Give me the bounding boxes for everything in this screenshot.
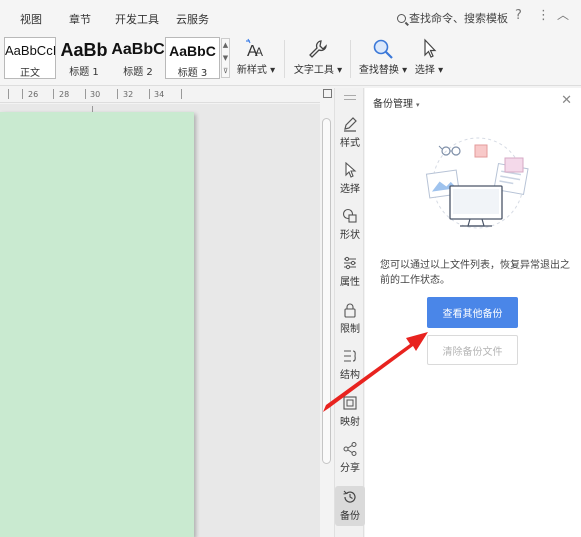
tool-shape[interactable]: 形状: [335, 208, 365, 241]
tool-properties[interactable]: 属性: [335, 255, 365, 288]
tool-backup[interactable]: 备份: [335, 486, 365, 526]
ruler-tick-label: 32: [123, 90, 134, 99]
tool-shape-label: 形状: [340, 230, 360, 241]
ruler-mark: [8, 89, 9, 99]
select-label: 选择: [414, 65, 435, 76]
tool-map[interactable]: 映射: [335, 395, 365, 428]
menu-section[interactable]: 章节: [69, 11, 91, 27]
tool-share-label: 分享: [340, 463, 360, 474]
clear-backup-files-button[interactable]: 清除备份文件: [427, 335, 518, 365]
find-replace-button[interactable]: 查找替换 ▾: [356, 37, 410, 76]
chevron-up-icon[interactable]: ︿: [557, 6, 569, 23]
style-gallery-scroll[interactable]: ▲ ▼ ⊽: [221, 38, 230, 78]
tool-share[interactable]: 分享: [335, 441, 365, 474]
style-heading-2-preview: AaBbC: [111, 41, 165, 58]
new-style-icon: A A: [246, 38, 263, 60]
tool-map-label: 映射: [340, 417, 360, 428]
question-icon[interactable]: ?: [515, 8, 522, 23]
ruler-tick-label: 34: [154, 90, 165, 99]
map-icon: [343, 396, 357, 410]
ribbon-separator: [284, 40, 285, 78]
menu-bar: 视图 章节 开发工具 云服务 查找命令、搜索模板 ? ⋮ ︿: [0, 0, 581, 34]
cursor-icon: [345, 162, 357, 178]
menu-cloud[interactable]: 云服务: [176, 11, 209, 27]
pen-icon: [344, 117, 357, 132]
tool-structure-label: 结构: [340, 370, 360, 381]
tool-style[interactable]: 样式: [335, 116, 365, 149]
ruler-mark: [149, 89, 150, 99]
history-icon: [343, 490, 356, 503]
ruler-tick-label: 30: [90, 90, 101, 99]
style-heading-3-preview: AaBbC: [169, 43, 216, 59]
horizontal-ruler[interactable]: 26 28 30 32 34: [0, 87, 320, 103]
new-style-label: 新样式: [236, 65, 267, 76]
share-icon: [343, 442, 357, 456]
style-heading-2-label: 标题 2: [123, 67, 153, 78]
tool-select-label: 选择: [340, 184, 360, 195]
backup-panel-title[interactable]: 备份管理 ▾: [373, 95, 420, 110]
style-heading-3[interactable]: AaBbC 标题 3: [165, 37, 220, 79]
wps-writer-window: 视图 章节 开发工具 云服务 查找命令、搜索模板 ? ⋮ ︿ AaBbCcI 正…: [0, 0, 581, 537]
tool-structure[interactable]: 结构: [335, 348, 365, 381]
text-tool-button[interactable]: 文字工具 ▾: [291, 37, 345, 76]
magnifier-icon: [373, 39, 393, 59]
ribbon-separator: [350, 40, 351, 78]
new-style-button[interactable]: A A 新样式 ▾: [236, 37, 276, 76]
command-search-text: 查找命令、搜索模板: [409, 12, 508, 25]
select-button[interactable]: 选择 ▾: [412, 37, 446, 76]
style-normal[interactable]: AaBbCcI 正文: [4, 37, 56, 79]
backup-panel: 备份管理 ▾ ✕ 您可以通过以上文件列表，恢复异常退出之前的工作状态。 查看其他备…: [365, 88, 581, 537]
tool-style-label: 样式: [340, 138, 360, 149]
grip-icon: [344, 95, 356, 100]
search-icon: [397, 14, 406, 23]
chevron-down-icon: ▾: [416, 101, 420, 109]
tool-restrict-label: 限制: [340, 324, 360, 335]
style-heading-2[interactable]: AaBbC 标题 2: [111, 37, 165, 79]
vertical-scrollbar[interactable]: [322, 118, 331, 464]
backup-panel-description: 您可以通过以上文件列表，恢复异常退出之前的工作状态。: [380, 260, 570, 286]
document-page[interactable]: [0, 112, 194, 537]
shape-icon: [342, 208, 357, 223]
ruler-mark: [53, 89, 54, 99]
ruler-tick-label: 28: [59, 90, 70, 99]
text-tool-label: 文字工具: [293, 65, 334, 76]
ruler-mark: [117, 89, 118, 99]
lock-icon: [344, 303, 356, 318]
wrench-icon: [309, 40, 327, 58]
backup-illustration: [425, 137, 529, 229]
menu-developer[interactable]: 开发工具: [115, 11, 159, 27]
backup-panel-title-text: 备份管理: [373, 99, 413, 110]
sliders-icon: [344, 256, 356, 270]
style-heading-1-label: 标题 1: [69, 67, 99, 78]
style-normal-preview: AaBbCcI: [5, 43, 55, 58]
ruler-tick-label: 26: [28, 90, 39, 99]
tool-restrict[interactable]: 限制: [335, 302, 365, 335]
ruler-toggle-icon[interactable]: [323, 89, 332, 98]
ruler-mark: [85, 89, 86, 99]
ruler-mark: [181, 89, 182, 99]
style-heading-1-preview: AaBb: [60, 40, 108, 60]
tool-properties-label: 属性: [340, 277, 360, 288]
find-replace-label: 查找替换: [358, 65, 399, 76]
ribbon-toolbar: AaBbCcI 正文 AaBb 标题 1 AaBbC 标题 2 AaBbC 标题…: [0, 34, 581, 86]
view-other-backups-button[interactable]: 查看其他备份: [427, 297, 518, 328]
style-heading-3-label: 标题 3: [177, 68, 208, 79]
more-icon[interactable]: ⋮: [537, 8, 550, 23]
svg-text:A: A: [255, 45, 263, 59]
style-heading-1[interactable]: AaBb 标题 1: [57, 37, 111, 79]
tool-select[interactable]: 选择: [335, 162, 365, 195]
close-icon[interactable]: ✕: [561, 93, 572, 108]
cursor-icon: [424, 38, 437, 58]
structure-icon: [344, 350, 356, 362]
style-normal-label: 正文: [20, 68, 40, 79]
side-tool-strip: 样式 选择 形状 属性 限制 结构 映射 分享 备份: [334, 88, 365, 537]
tool-backup-label: 备份: [340, 511, 360, 522]
menu-view[interactable]: 视图: [20, 11, 42, 27]
command-search[interactable]: 查找命令、搜索模板: [397, 10, 508, 26]
ruler-mark: [22, 89, 23, 99]
